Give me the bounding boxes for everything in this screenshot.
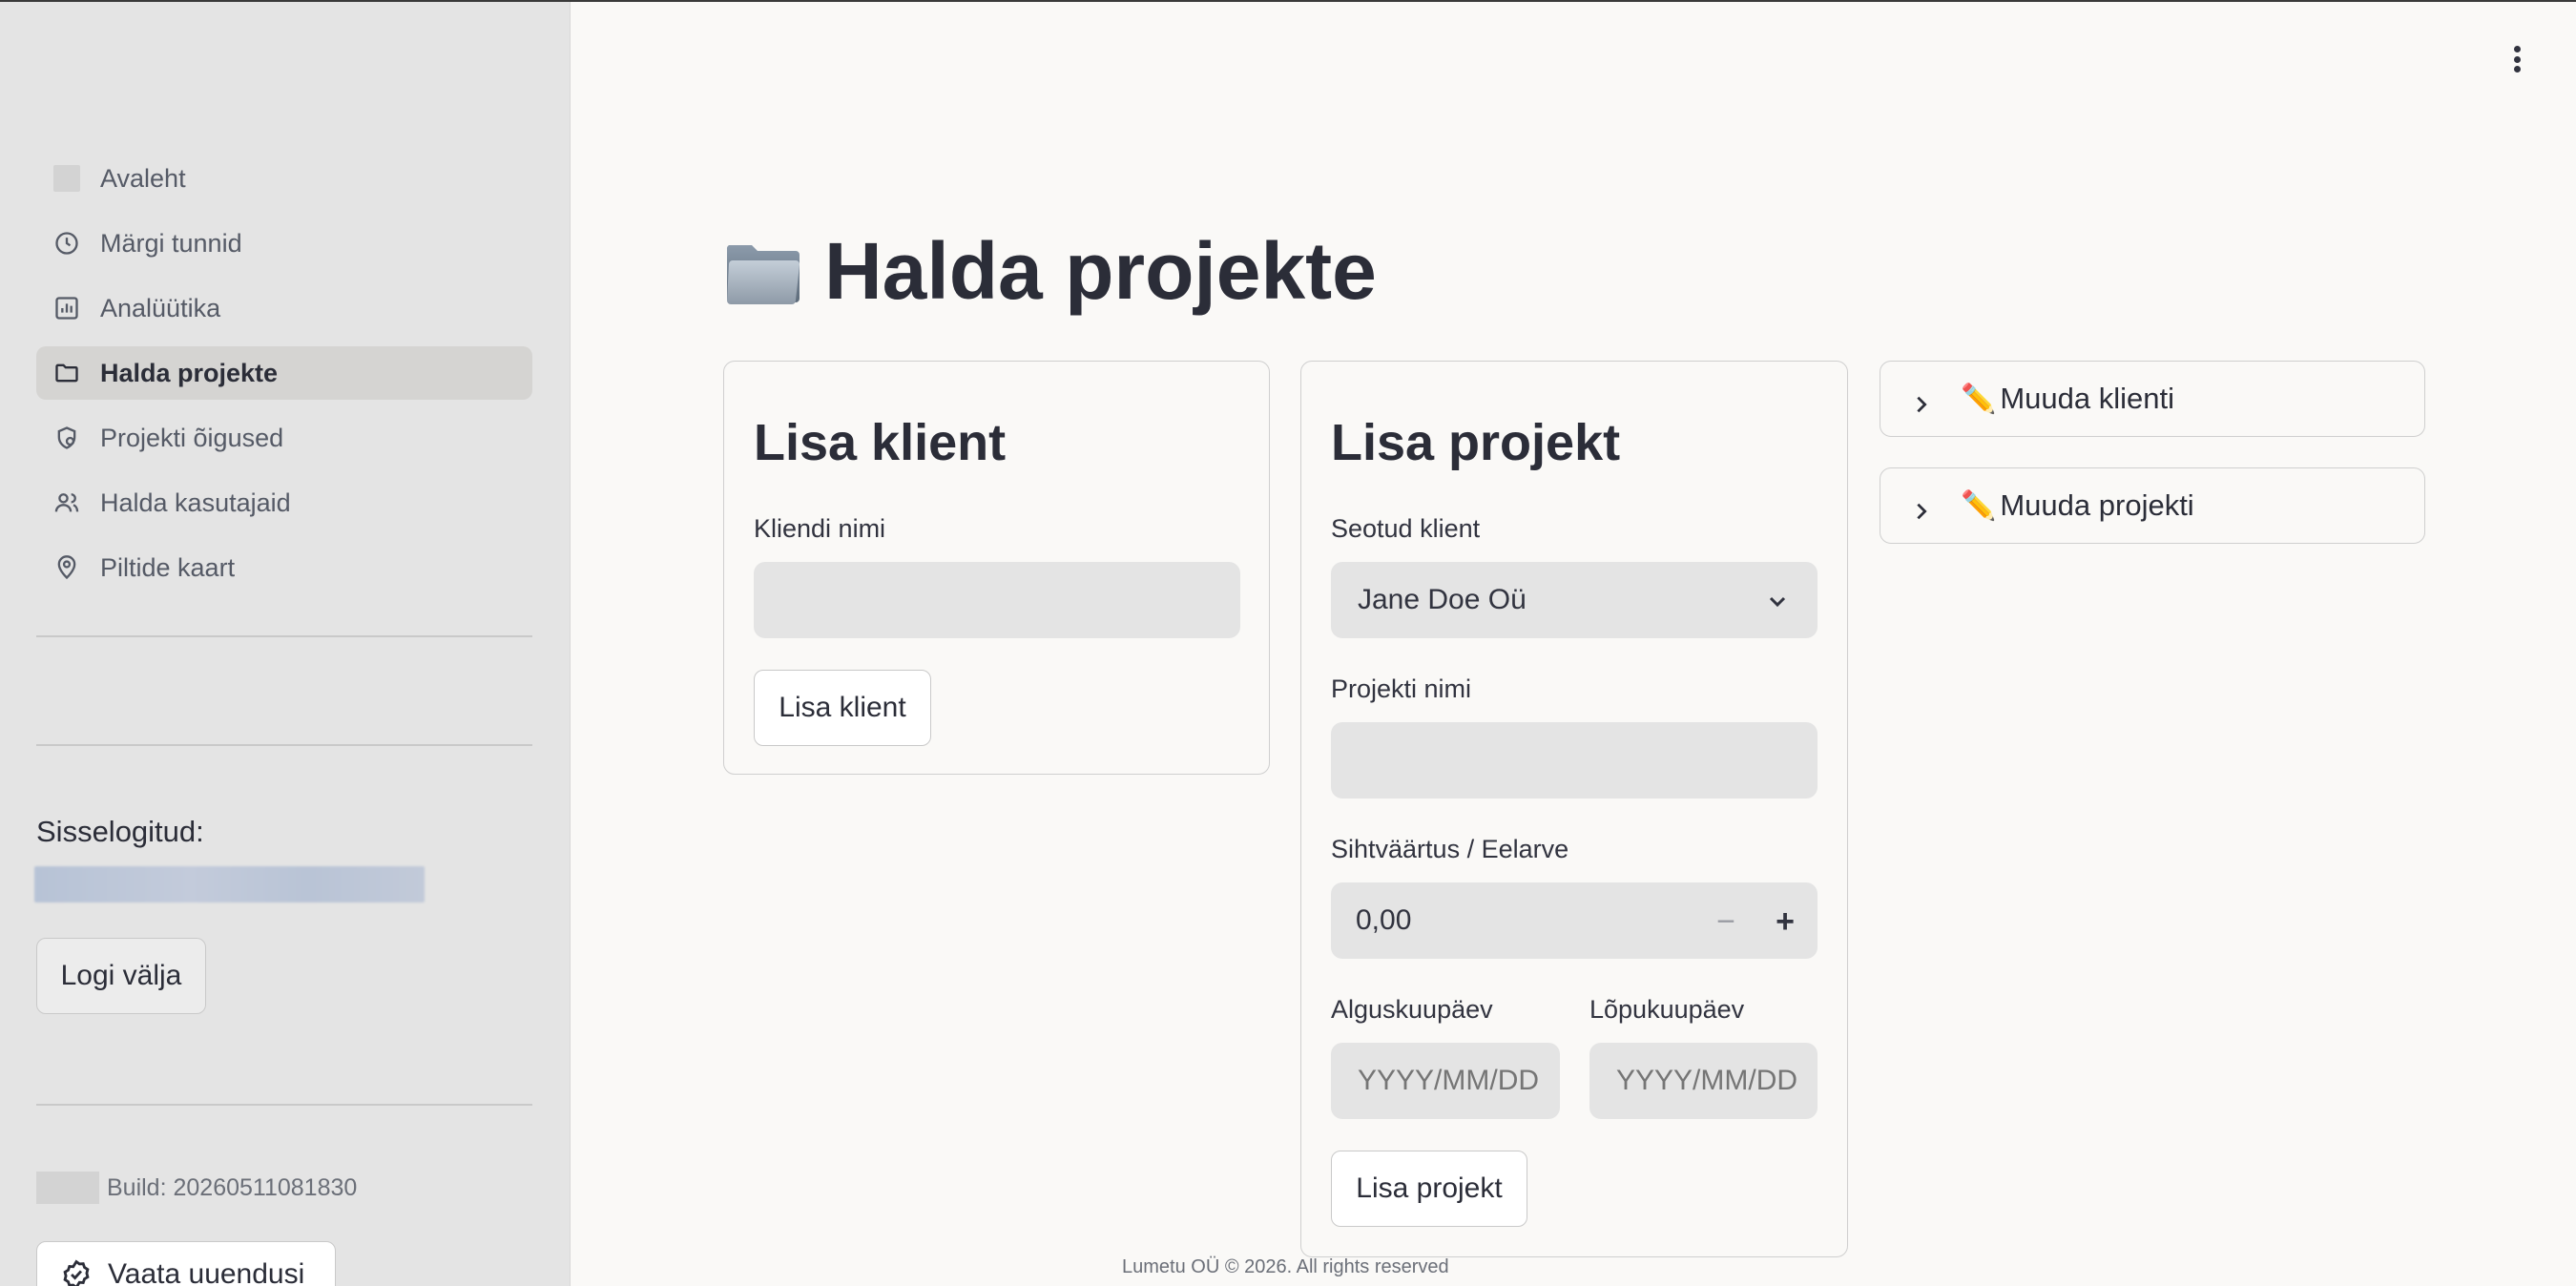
- edit-project-expander[interactable]: ✏️ Muuda projekti: [1880, 467, 2425, 544]
- budget-value: 0,00: [1356, 904, 1412, 936]
- view-updates-label: Vaata uuendusi: [108, 1258, 305, 1286]
- redacted-username: [34, 866, 425, 902]
- folder-icon: [52, 359, 81, 387]
- sidebar-item-halda-kasutajaid[interactable]: Halda kasutajaid: [36, 476, 532, 529]
- dot-icon: [2513, 66, 2521, 73]
- client-select-label: Seotud klient: [1331, 514, 1481, 543]
- sidebar-item-label: Halda kasutajaid: [100, 487, 291, 517]
- dot-icon: [2513, 46, 2521, 52]
- build-label: Build: 20260511081830: [107, 1173, 358, 1201]
- sidebar-divider: [36, 1104, 532, 1106]
- project-name-label: Projekti nimi: [1331, 674, 1472, 703]
- page-title: Halda projekte: [723, 225, 1377, 318]
- edit-client-label: Muuda klienti: [2000, 382, 2175, 415]
- build-info: Build: 20260511081830: [36, 1172, 357, 1204]
- client-name-input[interactable]: [754, 562, 1240, 638]
- add-client-title: Lisa klient: [754, 414, 1007, 471]
- bar-chart-icon: [52, 294, 81, 322]
- sidebar-divider: [36, 744, 532, 746]
- end-date-input[interactable]: [1589, 1043, 1818, 1119]
- main-menu-button[interactable]: [2502, 40, 2532, 78]
- start-date-label: Alguskuupäev: [1331, 995, 1493, 1024]
- image-placeholder-icon: [52, 164, 81, 193]
- build-image-placeholder: [36, 1172, 99, 1204]
- edit-project-label: Muuda projekti: [2000, 488, 2194, 522]
- project-name-input[interactable]: [1331, 722, 1818, 799]
- budget-number-input[interactable]: 0,00 − +: [1331, 882, 1818, 959]
- add-project-card: Lisa projekt Seotud klient Jane Doe Oü P…: [1300, 361, 1848, 1257]
- shield-lock-icon: [52, 424, 81, 452]
- sidebar-divider: [36, 635, 532, 637]
- start-date-input[interactable]: [1331, 1043, 1560, 1119]
- sidebar-item-label: Piltide kaart: [100, 552, 236, 582]
- sidebar-item-label: Projekti õigused: [100, 423, 284, 452]
- sidebar-item-avaleht[interactable]: Avaleht: [36, 152, 532, 205]
- chevron-down-icon: [1766, 589, 1789, 612]
- sidebar-item-label: Analüütika: [100, 293, 221, 322]
- footer-copyright: Lumetu OÜ © 2026. All rights reserved: [1122, 1256, 1449, 1277]
- sidebar-item-label: Avaleht: [100, 163, 186, 193]
- dot-icon: [2513, 55, 2521, 63]
- client-select-value: Jane Doe Oü: [1358, 584, 1527, 615]
- sidebar-item-label: Märgi tunnid: [100, 228, 242, 258]
- sidebar-item-halda-projekte[interactable]: Halda projekte: [36, 346, 532, 400]
- badge-check-icon: [63, 1259, 90, 1286]
- sidebar-nav: Avaleht Märgi tunnid Analüütika Halda pr…: [36, 152, 532, 606]
- increment-button[interactable]: +: [1776, 903, 1795, 941]
- client-name-label: Kliendi nimi: [754, 514, 886, 543]
- users-icon: [52, 488, 81, 517]
- sidebar: Avaleht Märgi tunnid Analüütika Halda pr…: [0, 2, 571, 1286]
- sidebar-item-label: Halda projekte: [100, 358, 279, 387]
- decrement-button[interactable]: −: [1716, 903, 1735, 941]
- view-updates-button[interactable]: Vaata uuendusi: [36, 1241, 336, 1286]
- page-title-text: Halda projekte: [824, 226, 1377, 316]
- sidebar-item-margi-tunnid[interactable]: Märgi tunnid: [36, 217, 532, 270]
- clock-icon: [52, 229, 81, 258]
- budget-label: Sihtväärtus / Eelarve: [1331, 835, 1569, 863]
- client-select[interactable]: Jane Doe Oü: [1331, 562, 1818, 638]
- pencil-emoji-icon: ✏️: [1961, 383, 1997, 415]
- add-client-button[interactable]: Lisa klient: [754, 670, 931, 746]
- chevron-right-icon: [1911, 495, 1932, 520]
- add-project-button[interactable]: Lisa projekt: [1331, 1151, 1527, 1227]
- chevron-right-icon: [1911, 388, 1932, 413]
- sidebar-item-piltide-kaart[interactable]: Piltide kaart: [36, 541, 532, 594]
- end-date-label: Lõpukuupäev: [1589, 995, 1745, 1024]
- add-project-title: Lisa projekt: [1331, 414, 1621, 471]
- sidebar-item-analuutika[interactable]: Analüütika: [36, 281, 532, 335]
- add-client-card: Lisa klient Kliendi nimi Lisa klient: [723, 361, 1270, 775]
- pencil-emoji-icon: ✏️: [1961, 489, 1997, 522]
- logout-button[interactable]: Logi välja: [36, 938, 206, 1014]
- map-pin-icon: [52, 553, 81, 582]
- folder-emoji-icon: [723, 234, 803, 310]
- edit-client-expander[interactable]: ✏️ Muuda klienti: [1880, 361, 2425, 437]
- sidebar-item-projekti-oigused[interactable]: Projekti õigused: [36, 411, 532, 465]
- logged-in-label: Sisselogitud:: [36, 815, 204, 848]
